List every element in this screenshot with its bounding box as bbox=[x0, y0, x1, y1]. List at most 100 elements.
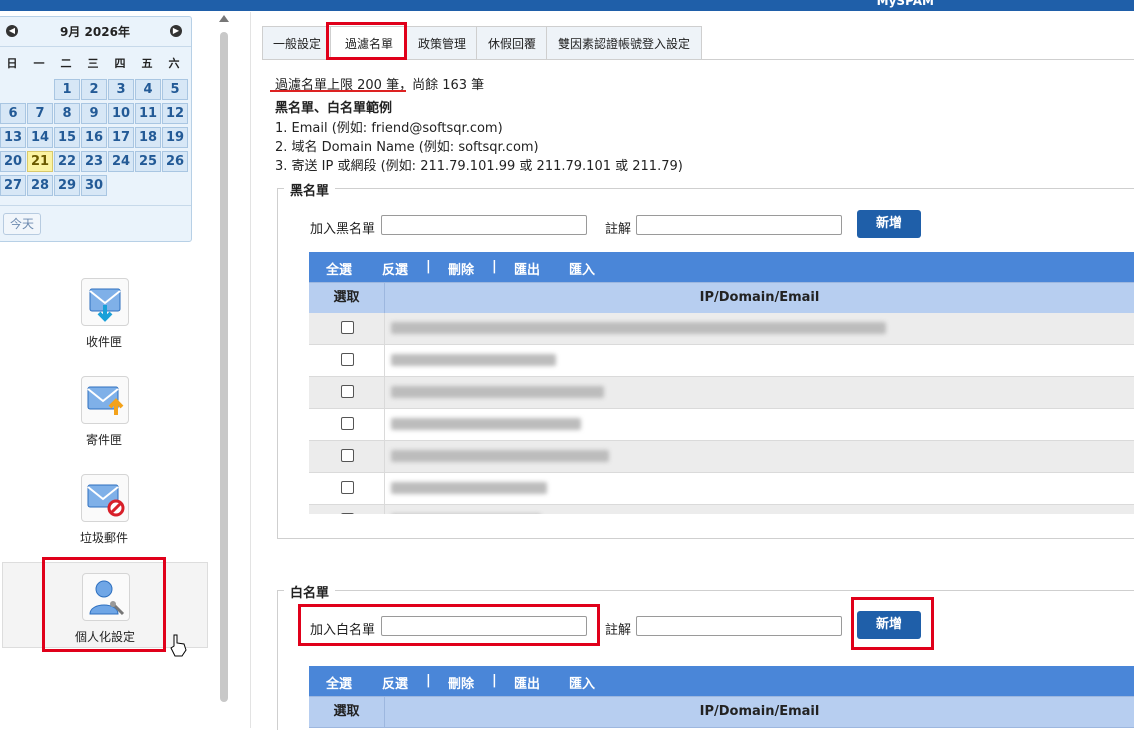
scroll-up-icon[interactable] bbox=[219, 15, 229, 22]
calendar-day[interactable]: 11 bbox=[135, 103, 161, 124]
row-checkbox[interactable] bbox=[341, 385, 354, 398]
sent-icon bbox=[81, 376, 129, 424]
whitelist-note-label: 註解 bbox=[605, 623, 632, 638]
blacklist-table-body[interactable] bbox=[309, 313, 1134, 514]
menu-spam[interactable]: 垃圾郵件 bbox=[2, 474, 206, 562]
blacklist-add-label: 加入黑名單 bbox=[310, 222, 376, 237]
row-checkbox[interactable] bbox=[341, 513, 354, 514]
calendar-day[interactable]: 26 bbox=[162, 151, 188, 172]
weekday-wed: 三 bbox=[87, 57, 99, 70]
blacklist-delete[interactable]: 刪除 bbox=[448, 259, 474, 278]
toolbar-separator: | bbox=[492, 259, 497, 274]
calendar-day[interactable]: 25 bbox=[135, 151, 161, 172]
row-checkbox[interactable] bbox=[341, 417, 354, 430]
calendar-day[interactable]: 22 bbox=[54, 151, 80, 172]
col-select: 選取 bbox=[309, 283, 385, 313]
calendar-day[interactable]: 28 bbox=[27, 175, 53, 196]
menu-sent[interactable]: 寄件匣 bbox=[2, 376, 206, 464]
table-row bbox=[309, 409, 1134, 441]
tab-policy[interactable]: 政策管理 bbox=[406, 26, 478, 59]
calendar-divider bbox=[0, 46, 191, 47]
tab-two-factor[interactable]: 雙因素認證帳號登入設定 bbox=[546, 26, 702, 59]
calendar-day[interactable]: 20 bbox=[0, 151, 26, 172]
table-row bbox=[309, 313, 1134, 345]
whitelist-select-all[interactable]: 全選 bbox=[326, 673, 352, 692]
next-month-icon[interactable]: ▶ bbox=[170, 25, 182, 37]
row-checkbox[interactable] bbox=[341, 449, 354, 462]
example-domain: 2. 域名 Domain Name (例如: softsqr.com) bbox=[275, 140, 539, 155]
calendar-day[interactable]: 27 bbox=[0, 175, 26, 196]
calendar-day[interactable]: 2 bbox=[81, 79, 107, 100]
row-checkbox[interactable] bbox=[341, 353, 354, 366]
calendar-day[interactable]: 23 bbox=[81, 151, 107, 172]
calendar-day[interactable]: 8 bbox=[54, 103, 80, 124]
spam-icon bbox=[81, 474, 129, 522]
calendar-day[interactable]: 4 bbox=[135, 79, 161, 100]
blacklist-import[interactable]: 匯入 bbox=[569, 259, 595, 278]
blacklist-legend: 黑名單 bbox=[284, 180, 336, 199]
calendar-day[interactable]: 5 bbox=[162, 79, 188, 100]
calendar-day[interactable]: 24 bbox=[108, 151, 134, 172]
calendar-day[interactable]: 14 bbox=[27, 127, 53, 148]
tab-general[interactable]: 一般設定 bbox=[262, 26, 332, 59]
blacklist-toolbar: 全選 反選 | 刪除 | 匯出 匯入 bbox=[309, 252, 1134, 282]
whitelist-delete[interactable]: 刪除 bbox=[448, 673, 474, 692]
col-select: 選取 bbox=[309, 697, 385, 727]
blacklist-add-input[interactable] bbox=[381, 215, 587, 235]
row-checkbox[interactable] bbox=[341, 321, 354, 334]
calendar-day[interactable]: 1 bbox=[54, 79, 80, 100]
calendar-day[interactable]: 19 bbox=[162, 127, 188, 148]
calendar-day[interactable]: 13 bbox=[0, 127, 26, 148]
calendar-day[interactable]: 12 bbox=[162, 103, 188, 124]
calendar-day[interactable]: 16 bbox=[81, 127, 107, 148]
highlight-whitelist-add bbox=[851, 597, 934, 650]
weekday-tue: 二 bbox=[60, 57, 72, 70]
calendar-day[interactable]: 3 bbox=[108, 79, 134, 100]
sent-label: 寄件匣 bbox=[85, 433, 122, 447]
blacklist-select-all[interactable]: 全選 bbox=[326, 259, 352, 278]
blacklist-invert[interactable]: 反選 bbox=[382, 259, 408, 278]
row-checkbox[interactable] bbox=[341, 481, 354, 494]
calendar-day[interactable]: 30 bbox=[81, 175, 107, 196]
calendar-day[interactable]: 21 bbox=[27, 151, 53, 172]
blacklist-note-label: 註解 bbox=[605, 222, 632, 237]
calendar-day[interactable]: 7 bbox=[27, 103, 53, 124]
calendar-day[interactable]: 18 bbox=[135, 127, 161, 148]
calendar-day[interactable]: 9 bbox=[81, 103, 107, 124]
blacklist-add-button[interactable]: 新增 bbox=[857, 210, 921, 238]
whitelist-import[interactable]: 匯入 bbox=[569, 673, 595, 692]
redacted-entry bbox=[391, 354, 556, 366]
redacted-entry bbox=[391, 482, 547, 494]
whitelist-note-input[interactable] bbox=[636, 616, 842, 636]
toolbar-separator: | bbox=[492, 673, 497, 688]
calendar-day[interactable]: 6 bbox=[0, 103, 26, 124]
inbox-label: 收件匣 bbox=[85, 335, 122, 349]
weekday-thu: 四 bbox=[114, 57, 126, 70]
top-bar: MySPAM bbox=[0, 0, 1134, 11]
calendar-day[interactable]: 15 bbox=[54, 127, 80, 148]
weekday-sat: 六 bbox=[168, 57, 180, 70]
tab-vacation[interactable]: 休假回覆 bbox=[476, 26, 548, 59]
example-email: 1. Email (例如: friend@softsqr.com) bbox=[275, 121, 503, 136]
hand-cursor-icon bbox=[170, 634, 187, 657]
sidebar-scrollbar[interactable] bbox=[216, 12, 232, 728]
whitelist-invert[interactable]: 反選 bbox=[382, 673, 408, 692]
table-row bbox=[309, 505, 1134, 514]
blacklist-export[interactable]: 匯出 bbox=[514, 259, 540, 278]
weekday-fri: 五 bbox=[141, 57, 153, 70]
scroll-thumb[interactable] bbox=[220, 32, 228, 702]
blacklist-note-input[interactable] bbox=[636, 215, 842, 235]
col-entry: IP/Domain/Email bbox=[699, 290, 820, 305]
col-entry: IP/Domain/Email bbox=[699, 704, 820, 719]
today-button[interactable]: 今天 bbox=[3, 213, 41, 235]
table-row bbox=[309, 441, 1134, 473]
toolbar-separator: | bbox=[426, 673, 431, 688]
whitelist-export[interactable]: 匯出 bbox=[514, 673, 540, 692]
calendar-day[interactable]: 17 bbox=[108, 127, 134, 148]
mini-calendar: ◀ 9月 2026年 ▶ 日 一 二 三 四 五 六 1 2 3 4 5 6 7 8 9 10 11… bbox=[0, 16, 192, 242]
redacted-entry bbox=[391, 450, 609, 462]
calendar-day[interactable]: 29 bbox=[54, 175, 80, 196]
highlight-filter-tab bbox=[326, 22, 407, 60]
calendar-day[interactable]: 10 bbox=[108, 103, 134, 124]
menu-inbox[interactable]: 收件匣 bbox=[2, 278, 206, 366]
